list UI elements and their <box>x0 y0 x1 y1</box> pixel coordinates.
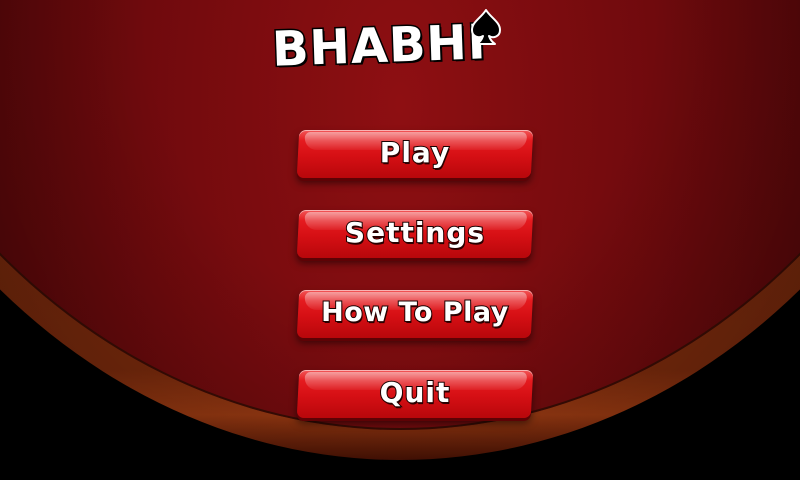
main-menu-screen: BHABHI Play Settings How To Play Quit <box>0 0 800 480</box>
spade-icon <box>471 9 501 45</box>
how-to-play-button[interactable]: How To Play <box>296 290 534 338</box>
play-button[interactable]: Play <box>296 130 534 178</box>
quit-button[interactable]: Quit <box>296 370 534 418</box>
settings-button-label: Settings <box>344 215 486 250</box>
game-logo: BHABHI <box>270 9 512 80</box>
logo-title: BHABHI <box>270 13 489 79</box>
play-button-label: Play <box>379 135 451 170</box>
settings-button[interactable]: Settings <box>296 210 534 258</box>
quit-button-label: Quit <box>379 375 452 410</box>
how-to-play-button-label: How To Play <box>320 296 510 329</box>
